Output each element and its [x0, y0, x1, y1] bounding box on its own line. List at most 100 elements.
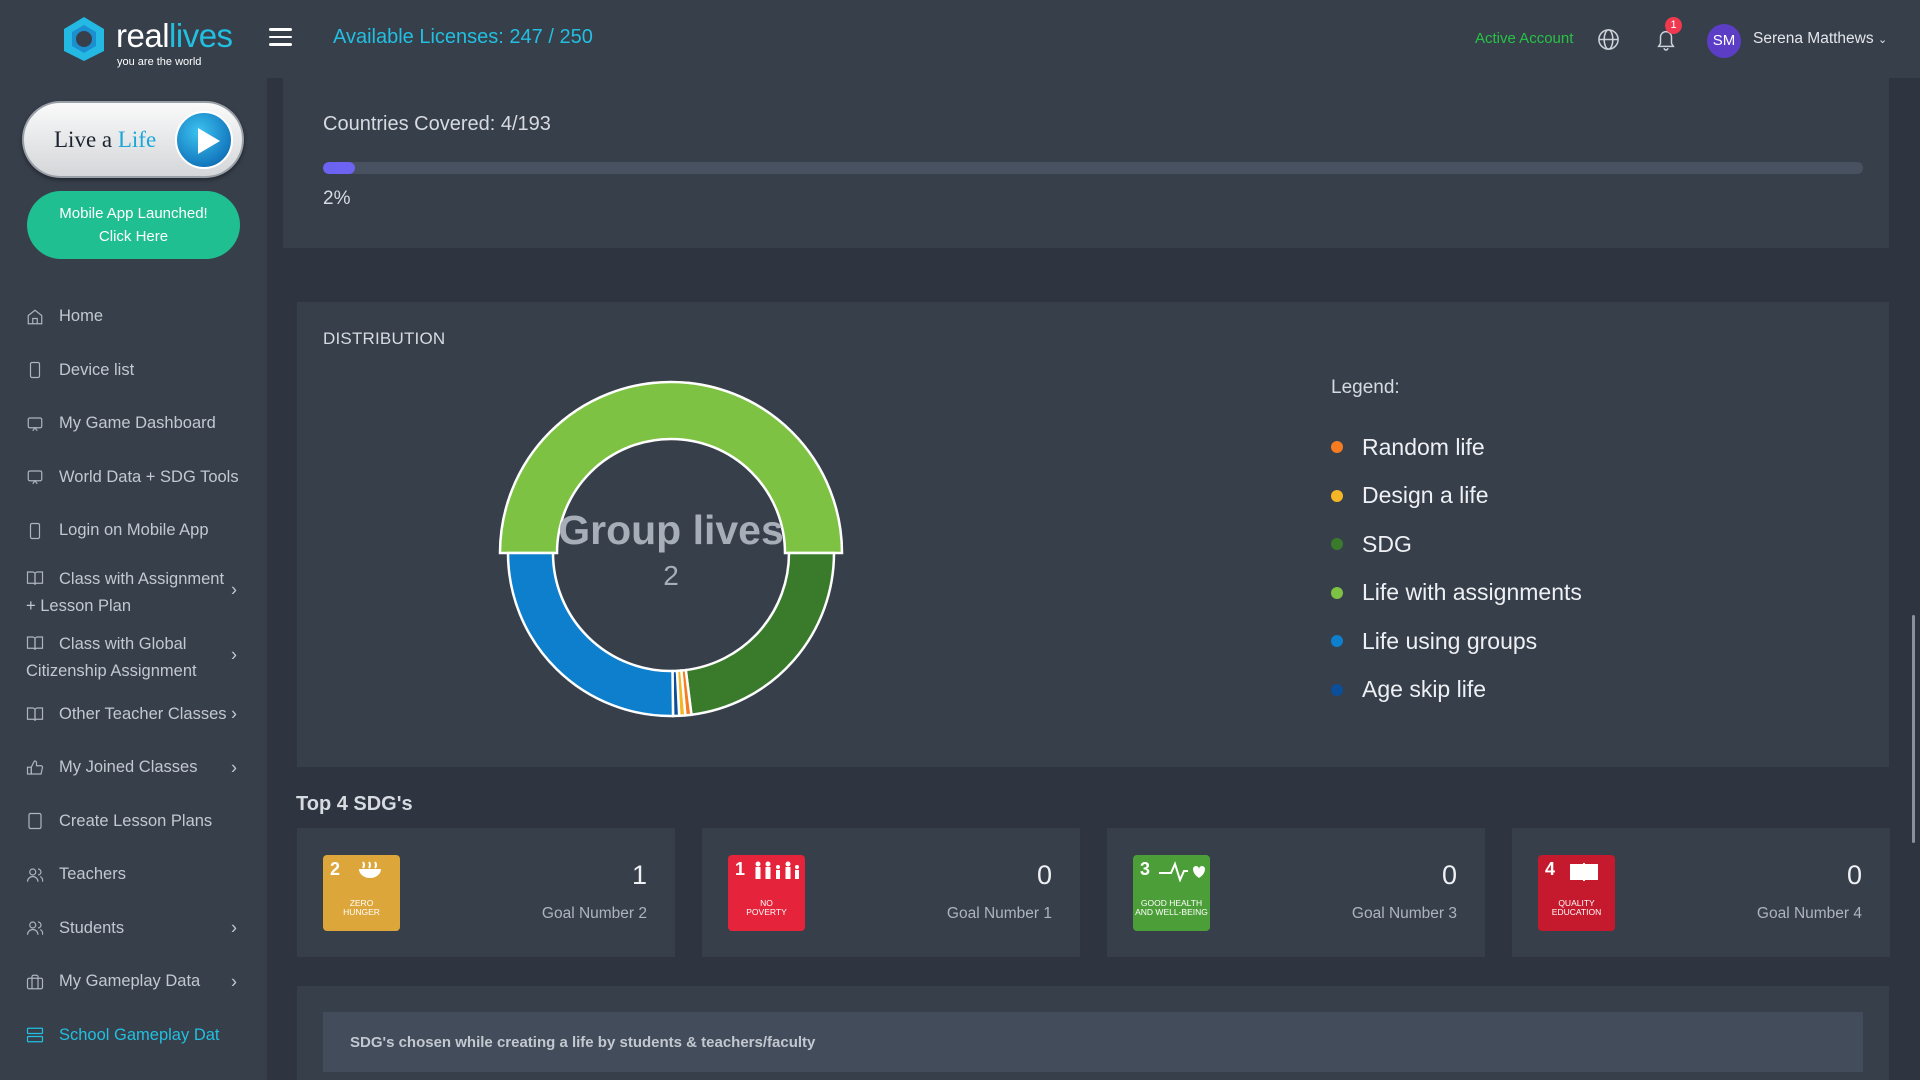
sdg-count: 0	[1441, 860, 1457, 890]
donut-center-title: Group lives	[558, 507, 784, 553]
sidebar-item-label: My Gameplay Data	[59, 972, 201, 991]
device-icon	[26, 361, 44, 379]
sidebar-item-teachers[interactable]: Teachers	[0, 848, 267, 902]
sdg-name: QUALITY EDUCATION	[1551, 898, 1602, 917]
account-status: Active Account	[1475, 30, 1574, 47]
top-sdgs-title: Top 4 SDG's	[296, 793, 413, 815]
sidebar-item-class-with-assignment[interactable]: Class with Assignment + Lesson Plan ›	[0, 558, 267, 623]
avatar[interactable]: SM	[1707, 24, 1741, 58]
brand-name: reallives	[116, 17, 233, 54]
sidebar-item-label: Home	[59, 307, 104, 326]
sdg-name: GOOD HEALTH AND WELL-BEING	[1135, 898, 1208, 917]
sidebar-item-label: Other Teacher Classes	[59, 704, 227, 723]
sidebar-item-label: Teachers	[59, 865, 126, 884]
brand-logo[interactable]: reallives you are the world	[60, 12, 233, 68]
book-icon	[1570, 863, 1598, 881]
thumbs-up-icon	[26, 759, 44, 777]
legend-item[interactable]: Age skip life	[1331, 666, 1582, 715]
sidebar-item-create-lesson-plans[interactable]: Create Lesson Plans	[0, 795, 267, 849]
mobile-icon	[26, 522, 44, 540]
countries-covered-title: Countries Covered: 4/193	[323, 113, 551, 135]
sdg-goal-label: Goal Number 2	[541, 905, 647, 922]
chevron-right-icon: ›	[231, 644, 237, 665]
sidebar-item-class-with-global[interactable]: Class with Global Citizenship Assignment ›	[0, 623, 267, 688]
legend-item[interactable]: Life with assignments	[1331, 569, 1582, 618]
sdg-goal-1-icon: 1 NO POVERTY	[728, 855, 805, 931]
sdg-card-goal-2[interactable]: 2 ZERO HUNGER 1 Goal Number 2	[297, 828, 675, 957]
legend-label: SDG	[1362, 530, 1412, 557]
book-icon	[26, 569, 44, 587]
sdg-count: 0	[1846, 860, 1862, 890]
sidebar-item-label: Students	[59, 918, 125, 937]
home-icon	[26, 308, 44, 326]
sdg-name: NO POVERTY	[746, 898, 787, 917]
sdg-card-goal-1[interactable]: 1 NO POVERTY 0 Goal Number 1	[702, 828, 1080, 957]
sdg-number: 2	[330, 859, 341, 879]
countries-progress-fill	[323, 162, 356, 174]
legend-label: Age skip life	[1362, 676, 1487, 703]
server-icon	[26, 1026, 44, 1044]
topbar: Available Licenses: 247 / 250 Active Acc…	[267, 0, 1920, 78]
users-icon	[26, 866, 44, 884]
sidebar-item-my-joined-classes[interactable]: My Joined Classes ›	[0, 741, 267, 795]
sidebar-item-school-gameplay-dat[interactable]: School Gameplay Dat	[0, 1009, 267, 1063]
sidebar-item-my-gameplay-data[interactable]: My Gameplay Data ›	[0, 955, 267, 1009]
legend-item[interactable]: Random life	[1331, 423, 1582, 472]
sidebar-item-students[interactable]: Students ›	[0, 902, 267, 956]
chevron-right-icon: ›	[231, 579, 237, 600]
logo-mark-icon	[64, 17, 104, 61]
live-a-life-button[interactable]: Live a Life	[22, 101, 244, 178]
legend-dot	[1331, 441, 1343, 454]
sidebar-item-other-teacher-classes[interactable]: Other Teacher Classes ›	[0, 688, 267, 742]
sdg-count: 1	[631, 860, 647, 890]
user-menu[interactable]: Serena Matthews ⌄	[1753, 30, 1887, 48]
book-icon	[26, 634, 44, 652]
legend-item[interactable]: SDG	[1331, 520, 1582, 569]
mobile-app-launched-button[interactable]: Mobile App Launched! Click Here	[27, 191, 240, 259]
chevron-right-icon: ›	[231, 757, 237, 778]
sidebar-item-world-data-sdg-tools[interactable]: World Data + SDG Tools	[0, 451, 267, 505]
chevron-down-icon: ⌄	[1877, 34, 1888, 46]
menu-toggle-icon[interactable]	[269, 27, 293, 47]
monitor-icon	[26, 415, 44, 433]
legend-dot	[1331, 538, 1343, 551]
users-icon	[26, 919, 44, 937]
live-a-life-label: Live a Life	[54, 127, 157, 152]
sdg-goal-3-icon: 3 GOOD HEALTH AND WELL-BEING	[1133, 855, 1210, 931]
monitor-icon	[26, 468, 44, 486]
briefcase-icon	[26, 973, 44, 991]
sdg-number: 1	[735, 859, 746, 879]
chevron-right-icon: ›	[231, 703, 237, 724]
sdg-card-goal-4[interactable]: 4 QUALITY EDUCATION 0 Goal Number 4	[1512, 828, 1890, 957]
sidebar-item-login-on-mobile-app[interactable]: Login on Mobile App	[0, 504, 267, 558]
sidebar-item-label: Device list	[59, 360, 135, 379]
available-licenses: Available Licenses: 247 / 250	[333, 26, 593, 48]
sidebar-item-label: My Joined Classes	[59, 758, 198, 777]
user-name: Serena Matthews	[1753, 30, 1874, 47]
sidebar-item-home[interactable]: Home	[0, 290, 267, 344]
book-icon	[26, 705, 44, 723]
sidebar-item-my-game-dashboard[interactable]: My Game Dashboard	[0, 397, 267, 451]
page-scrollbar[interactable]	[1912, 615, 1915, 843]
legend-item[interactable]: Life using groups	[1331, 617, 1582, 666]
sidebar-item-label: Create Lesson Plans	[59, 811, 213, 830]
sidebar-item-label: World Data + SDG Tools	[59, 467, 239, 486]
sidebar-item-device-list[interactable]: Device list	[0, 344, 267, 398]
sdg-goal-4-icon: 4 QUALITY EDUCATION	[1538, 855, 1615, 931]
sidebar-item-label: My Game Dashboard	[59, 414, 216, 433]
sdg-goal-label: Goal Number 3	[1351, 905, 1457, 922]
sdg-number: 3	[1140, 859, 1151, 879]
sdg-chosen-header: SDG's chosen while creating a life by st…	[323, 1012, 1863, 1072]
legend-item[interactable]: Design a life	[1331, 472, 1582, 521]
sdg-chosen-card: SDG's chosen while creating a life by st…	[297, 986, 1889, 1080]
sdg-goal-2-icon: 2 ZERO HUNGER	[323, 855, 400, 931]
mobile-button-line2: Click Here	[98, 228, 169, 245]
sdg-goal-label: Goal Number 1	[946, 905, 1052, 922]
distribution-title: DISTRIBUTION	[323, 329, 446, 348]
sdg-card-goal-3[interactable]: 3 GOOD HEALTH AND WELL-BEING 0 Goal Number 3	[1107, 828, 1485, 957]
legend-label: Life using groups	[1362, 627, 1538, 654]
sdg-name: ZERO HUNGER	[343, 898, 380, 917]
globe-icon[interactable]	[1597, 28, 1620, 51]
sidebar-item-label: School Gameplay Dat	[59, 1025, 220, 1044]
sidebar-item-label: Login on Mobile App	[59, 521, 209, 540]
